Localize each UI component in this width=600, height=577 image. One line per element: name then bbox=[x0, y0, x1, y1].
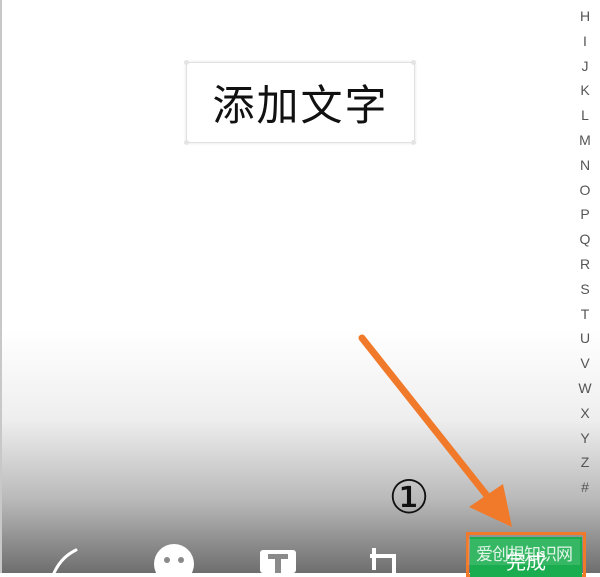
emoji-icon[interactable] bbox=[150, 520, 198, 573]
annotation-arrow bbox=[358, 334, 512, 527]
step-number-label: ① bbox=[388, 470, 430, 524]
watermark: 爱创根知识网 bbox=[468, 539, 580, 565]
crop-icon[interactable] bbox=[364, 520, 404, 573]
text-icon[interactable] bbox=[258, 520, 298, 573]
pen-icon[interactable] bbox=[48, 520, 82, 573]
